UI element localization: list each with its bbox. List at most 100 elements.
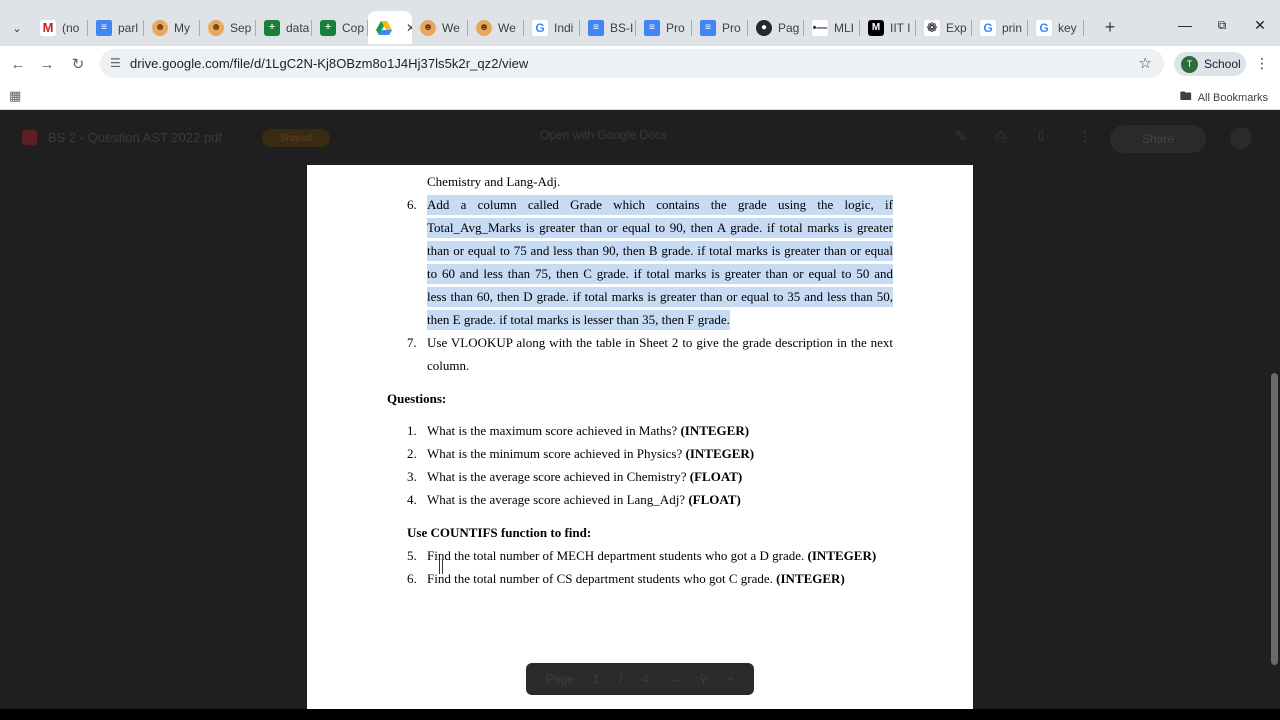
- minimize-icon[interactable]: —: [1174, 14, 1196, 36]
- selected-text-line[interactable]: than or equal to 75 and less than 90, th…: [427, 241, 893, 261]
- tab-label: Pro: [666, 20, 685, 35]
- list-item: What is the maximum score achieved in Ma…: [427, 421, 749, 441]
- tab-label: We: [442, 20, 460, 35]
- docs-icon: ≡: [588, 19, 604, 36]
- share-button[interactable]: Share: [1110, 125, 1206, 153]
- tab-label: key: [1058, 20, 1077, 35]
- back-arrow-icon[interactable]: ←: [7, 53, 29, 75]
- list-item: What is the average score achieved in Ch…: [427, 467, 742, 487]
- medium-icon: M: [868, 19, 884, 36]
- profile-button[interactable]: T School: [1174, 52, 1246, 76]
- google-icon: G: [1036, 19, 1052, 36]
- browser-tab-active[interactable]: ✕: [368, 11, 412, 44]
- apps-grid-icon[interactable]: ▦: [9, 88, 21, 104]
- docs-icon: ≡: [700, 19, 716, 36]
- tab-label: data: [286, 20, 310, 35]
- tab-list: M (no ≡ parl ☻ My ☻ Sep + data + Cop ✕ ☻ We ☻ We…: [32, 11, 1084, 44]
- tab-label: MLI: [834, 20, 855, 35]
- new-tab-plus-icon[interactable]: +: [1100, 17, 1120, 37]
- mu-icon: •—: [812, 19, 828, 36]
- tab-label: Cop: [342, 20, 365, 35]
- browser-tab[interactable]: •— MLI: [804, 11, 860, 44]
- tab-label: My: [174, 20, 190, 35]
- tab-search-chevron-icon[interactable]: ⌄: [6, 17, 28, 39]
- browser-tab[interactable]: ☻ We: [412, 11, 468, 44]
- browser-tab[interactable]: G Indi: [524, 11, 580, 44]
- google-icon: G: [980, 19, 996, 36]
- browser-tab[interactable]: ☻ My: [144, 11, 200, 44]
- status-badge: Shared: [262, 129, 330, 147]
- browser-tab[interactable]: M IIT I: [860, 11, 916, 44]
- browser-tab[interactable]: Gprin: [972, 11, 1028, 44]
- site-info-icon[interactable]: ☰: [110, 56, 121, 70]
- smile-icon: ☻: [476, 19, 492, 36]
- page-navigator[interactable]: Page 1 / 4 — ⚲ +: [526, 663, 754, 695]
- zoom-out-icon[interactable]: —: [668, 672, 680, 686]
- question-text: What is the average score achieved in La…: [427, 492, 686, 507]
- add-comment-icon[interactable]: ✎: [955, 128, 967, 145]
- question-text: Find the total number of MECH department…: [427, 548, 805, 563]
- all-bookmarks-button[interactable]: 🖿 All Bookmarks: [1180, 87, 1268, 108]
- page-label: Page: [545, 672, 574, 686]
- restore-icon[interactable]: ⧉: [1211, 14, 1233, 36]
- browser-tab[interactable]: ≡ Pro: [692, 11, 748, 44]
- list-item: What is the minimum score achieved in Ph…: [427, 444, 754, 464]
- sheets-icon: +: [320, 19, 336, 36]
- more-actions-icon[interactable]: ⋮: [1078, 128, 1092, 145]
- answer-type: (INTEGER): [776, 571, 845, 586]
- list-number: 1.: [407, 423, 417, 438]
- browser-tab[interactable]: ☻ We: [468, 11, 524, 44]
- answer-type: (FLOAT): [689, 469, 743, 484]
- browser-tab[interactable]: + data: [256, 11, 312, 44]
- tab-label: Pro: [722, 20, 741, 35]
- browser-tab[interactable]: Gkey: [1028, 11, 1084, 44]
- pdf-page: Chemistry and Lang-Adj. 6. Add a column …: [307, 165, 973, 709]
- section-heading: Questions:: [387, 391, 447, 406]
- question-text: Find the total number of CS department s…: [427, 571, 773, 586]
- question-text: What is the maximum score achieved in Ma…: [427, 423, 678, 438]
- tab-label: IIT I: [890, 20, 911, 35]
- list-number: 7.: [407, 335, 417, 350]
- tab-label: parl: [118, 20, 139, 35]
- browser-tab[interactable]: ☻ Sep: [200, 11, 256, 44]
- pdf-file-icon: [22, 130, 37, 145]
- print-icon[interactable]: ⎙: [995, 128, 1006, 145]
- gmail-icon: M: [40, 19, 56, 36]
- reload-icon[interactable]: ↻: [67, 53, 89, 75]
- window-close-icon[interactable]: ✕: [1249, 14, 1271, 36]
- openai-icon: ❁: [924, 19, 940, 36]
- answer-type: (INTEGER): [680, 423, 750, 438]
- zoom-in-icon[interactable]: +: [727, 672, 734, 686]
- page-current[interactable]: 1: [593, 672, 600, 686]
- section-heading: Use COUNTIFS function to find:: [407, 525, 592, 540]
- github-icon: ●: [756, 19, 772, 36]
- open-with-button[interactable]: Open with Google Docs: [540, 128, 667, 142]
- selected-text-line[interactable]: Add a column called Grade which contains…: [427, 195, 893, 215]
- selected-text-line[interactable]: less than 60, then D grade. if total mar…: [427, 287, 893, 307]
- zoom-icon[interactable]: ⚲: [699, 672, 708, 686]
- selected-text-line[interactable]: to 60 and less than 75, then C grade. if…: [427, 264, 893, 284]
- browser-tab[interactable]: ● Pag: [748, 11, 804, 44]
- download-icon[interactable]: ⇩: [1035, 128, 1047, 145]
- browser-tab[interactable]: + Cop: [312, 11, 368, 44]
- address-bar[interactable]: ☰ drive.google.com/file/d/1LgC2N-Kj8OBzm…: [100, 49, 1164, 78]
- question-text: What is the minimum score achieved in Ph…: [427, 446, 683, 461]
- scrollbar-thumb[interactable]: [1271, 373, 1278, 665]
- browser-tab[interactable]: ≡ Pro: [636, 11, 692, 44]
- selected-text-line[interactable]: then E grade. if total marks is lesser t…: [427, 310, 730, 330]
- vertical-scrollbar[interactable]: [1270, 111, 1280, 709]
- forward-arrow-icon[interactable]: →: [36, 53, 58, 75]
- kebab-menu-icon[interactable]: ⋮: [1255, 55, 1269, 72]
- bookmark-star-icon[interactable]: ☆: [1139, 54, 1152, 72]
- list-number: 2.: [407, 446, 417, 461]
- tab-label: (no: [62, 20, 80, 35]
- tab-label: Sep: [230, 20, 252, 35]
- browser-tab[interactable]: M (no: [32, 11, 88, 44]
- account-avatar[interactable]: [1230, 127, 1252, 149]
- url-text[interactable]: drive.google.com/file/d/1LgC2N-Kj8OBzm8o…: [130, 56, 528, 71]
- browser-tab[interactable]: ❁ Exp: [916, 11, 972, 44]
- docs-icon: ≡: [644, 19, 660, 36]
- selected-text-line[interactable]: Total_Avg_Marks is greater than or equal…: [427, 218, 893, 238]
- browser-tab[interactable]: ≡ BS-I: [580, 11, 636, 44]
- browser-tab[interactable]: ≡ parl: [88, 11, 144, 44]
